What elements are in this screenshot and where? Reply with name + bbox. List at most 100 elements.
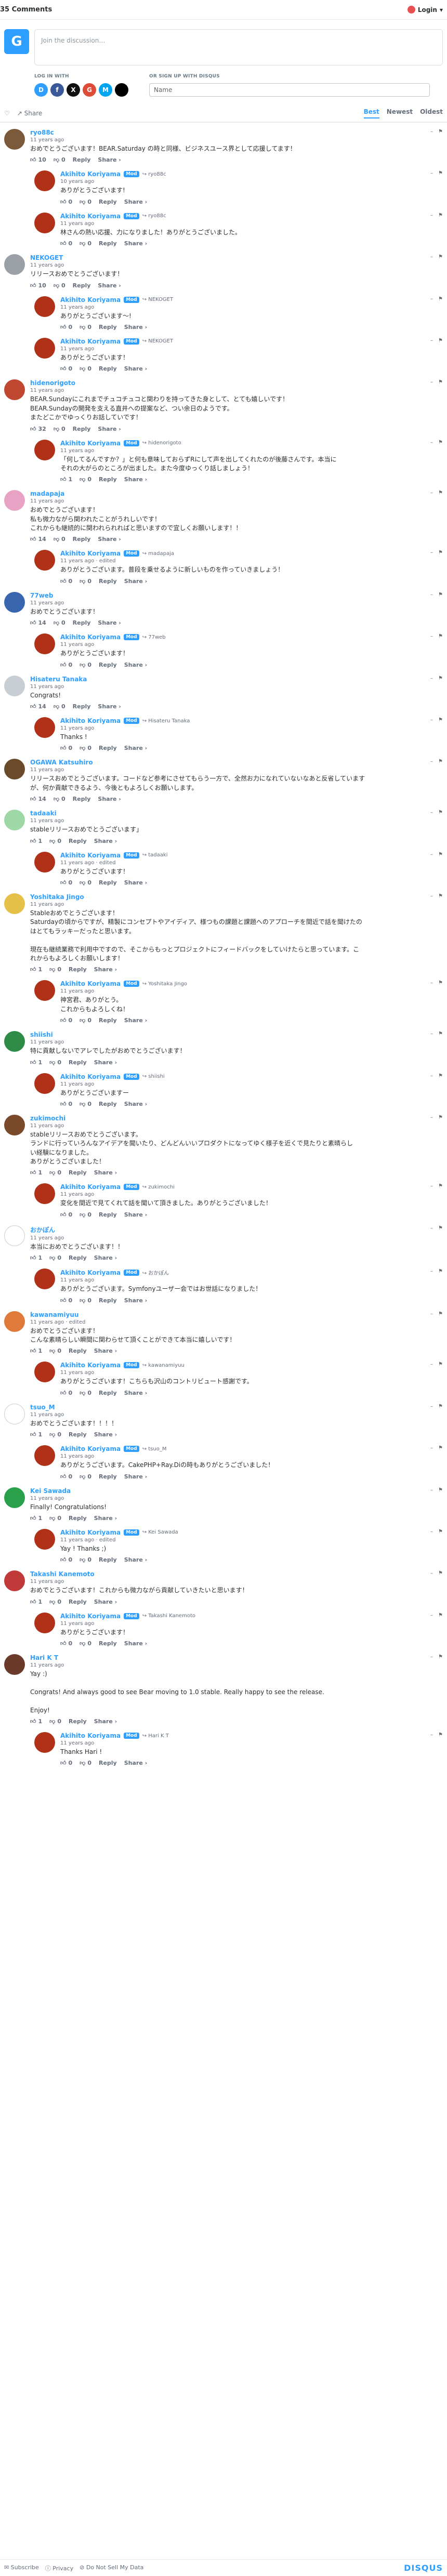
comment-author[interactable]: madapaja <box>30 490 64 497</box>
reply-button[interactable]: Reply <box>99 1473 117 1480</box>
avatar[interactable] <box>4 1570 25 1592</box>
reply-button[interactable]: Reply <box>99 1760 117 1766</box>
collapse-icon[interactable]: – <box>430 1487 433 1493</box>
flag-icon[interactable]: ⚑ <box>438 1073 443 1079</box>
flag-icon[interactable]: ⚑ <box>438 810 443 815</box>
reply-to-label[interactable]: ↪ Hisateru Tanaka <box>142 718 190 724</box>
reply-to-label[interactable]: ↪ ryo88c <box>142 171 166 177</box>
avatar[interactable] <box>4 1114 25 1135</box>
social-login-3-icon[interactable]: G <box>83 83 96 97</box>
comment-timestamp[interactable]: 11 years ago <box>60 221 443 227</box>
upvote-button[interactable]: 👍︎ 0 <box>60 1211 72 1218</box>
comment-author[interactable]: 77web <box>30 592 54 599</box>
share-button[interactable]: Share › <box>98 156 121 163</box>
upvote-button[interactable]: 👍︎ 1 <box>30 966 42 973</box>
collapse-icon[interactable]: – <box>430 254 433 260</box>
upvote-button[interactable]: 👍︎ 0 <box>60 365 72 372</box>
reply-button[interactable]: Reply <box>99 240 117 247</box>
avatar[interactable] <box>34 1445 55 1467</box>
reply-button[interactable]: Reply <box>69 1599 87 1605</box>
collapse-icon[interactable]: – <box>430 852 433 857</box>
avatar[interactable] <box>34 1362 55 1383</box>
comment-timestamp[interactable]: 11 years ago <box>60 346 443 352</box>
upvote-button[interactable]: 👍︎ 0 <box>60 199 72 205</box>
share-button[interactable]: Share › <box>98 703 121 710</box>
reply-button[interactable]: Reply <box>99 745 117 751</box>
reply-to-label[interactable]: ↪ おかぽん <box>142 1269 169 1276</box>
reply-to-label[interactable]: ↪ tsuo_M <box>142 1446 167 1452</box>
upvote-button[interactable]: 👍︎ 0 <box>60 745 72 751</box>
reply-button[interactable]: Reply <box>99 1390 117 1396</box>
comment-timestamp[interactable]: 11 years ago · edited <box>60 860 443 866</box>
upvote-button[interactable]: 👍︎ 14 <box>30 703 46 710</box>
social-login-2-icon[interactable]: X <box>67 83 80 97</box>
avatar[interactable] <box>4 1311 25 1332</box>
collapse-icon[interactable]: – <box>430 1225 433 1231</box>
collapse-icon[interactable]: – <box>430 1269 433 1274</box>
reply-to-label[interactable]: ↪ ryo88c <box>142 213 166 219</box>
comment-author[interactable]: zukimochi <box>30 1115 65 1122</box>
share-button[interactable]: Share › <box>124 1101 147 1107</box>
reply-button[interactable]: Reply <box>99 1101 117 1107</box>
downvote-button[interactable]: 👎︎ 0 <box>49 1059 61 1066</box>
share-button[interactable]: Share › <box>124 1211 147 1218</box>
share-button[interactable]: Share › <box>94 1718 117 1725</box>
downvote-button[interactable]: 👎︎ 0 <box>80 1297 91 1304</box>
upvote-button[interactable]: 👍︎ 0 <box>60 578 72 585</box>
flag-icon[interactable]: ⚑ <box>438 893 443 899</box>
do-not-sell-link[interactable]: ⊘ Do Not Sell My Data <box>80 2564 143 2572</box>
downvote-button[interactable]: 👎︎ 0 <box>80 365 91 372</box>
share-button[interactable]: Share › <box>94 1431 117 1438</box>
upvote-button[interactable]: 👍︎ 32 <box>30 426 46 432</box>
downvote-button[interactable]: 👎︎ 0 <box>80 240 91 247</box>
reply-button[interactable]: Reply <box>69 966 87 973</box>
comment-author[interactable]: Akihito Koriyama <box>60 1529 121 1536</box>
upvote-button[interactable]: 👍︎ 10 <box>30 156 46 163</box>
reply-button[interactable]: Reply <box>99 879 117 886</box>
comment-author[interactable]: Akihito Koriyama <box>60 1269 121 1276</box>
downvote-button[interactable]: 👎︎ 0 <box>80 1473 91 1480</box>
upvote-button[interactable]: 👍︎ 0 <box>60 1297 72 1304</box>
reply-button[interactable]: Reply <box>73 796 91 802</box>
collapse-icon[interactable]: – <box>430 1115 433 1120</box>
comment-author[interactable]: shiishi <box>30 1031 53 1038</box>
collapse-icon[interactable]: – <box>430 1570 433 1576</box>
reply-button[interactable]: Reply <box>69 1431 87 1438</box>
comment-timestamp[interactable]: 11 years ago <box>30 1662 443 1668</box>
flag-icon[interactable]: ⚑ <box>438 1570 443 1576</box>
share-button[interactable]: Share › <box>94 1515 117 1522</box>
avatar[interactable] <box>4 1031 25 1052</box>
share-button[interactable]: Share › <box>124 240 147 247</box>
flag-icon[interactable]: ⚑ <box>438 1487 443 1493</box>
comment-timestamp[interactable]: 11 years ago · edited <box>30 1319 443 1325</box>
avatar[interactable] <box>4 379 25 401</box>
collapse-icon[interactable]: – <box>430 338 433 344</box>
share-button[interactable]: Share › <box>124 662 147 668</box>
downvote-button[interactable]: 👎︎ 0 <box>49 1431 61 1438</box>
comment-timestamp[interactable]: 11 years ago <box>30 1579 443 1584</box>
reply-to-label[interactable]: ↪ 77web <box>142 635 166 640</box>
collapse-icon[interactable]: – <box>430 676 433 681</box>
comment-timestamp[interactable]: 11 years ago <box>30 498 443 504</box>
comment-timestamp[interactable]: 11 years ago <box>60 1192 443 1197</box>
comment-author[interactable]: Akihito Koriyama <box>60 440 121 447</box>
collapse-icon[interactable]: – <box>430 1613 433 1618</box>
flag-icon[interactable]: ⚑ <box>438 759 443 764</box>
upvote-button[interactable]: 👍︎ 0 <box>60 324 72 331</box>
downvote-button[interactable]: 👎︎ 0 <box>80 324 91 331</box>
collapse-icon[interactable]: – <box>430 170 433 176</box>
reply-button[interactable]: Reply <box>73 156 91 163</box>
downvote-button[interactable]: 👎︎ 0 <box>49 1718 61 1725</box>
avatar[interactable] <box>4 1654 25 1675</box>
avatar[interactable] <box>34 1732 55 1753</box>
avatar[interactable] <box>4 129 25 150</box>
avatar[interactable] <box>4 591 25 613</box>
collapse-icon[interactable]: – <box>430 1073 433 1079</box>
share-button[interactable]: Share › <box>94 1599 117 1605</box>
avatar[interactable] <box>34 212 55 233</box>
comment-author[interactable]: Akihito Koriyama <box>60 338 121 345</box>
avatar[interactable] <box>34 980 55 1001</box>
comment-timestamp[interactable]: 11 years ago <box>30 262 443 268</box>
reply-button[interactable]: Reply <box>99 662 117 668</box>
reply-to-label[interactable]: ↪ Yoshitaka Jingo <box>142 981 187 987</box>
